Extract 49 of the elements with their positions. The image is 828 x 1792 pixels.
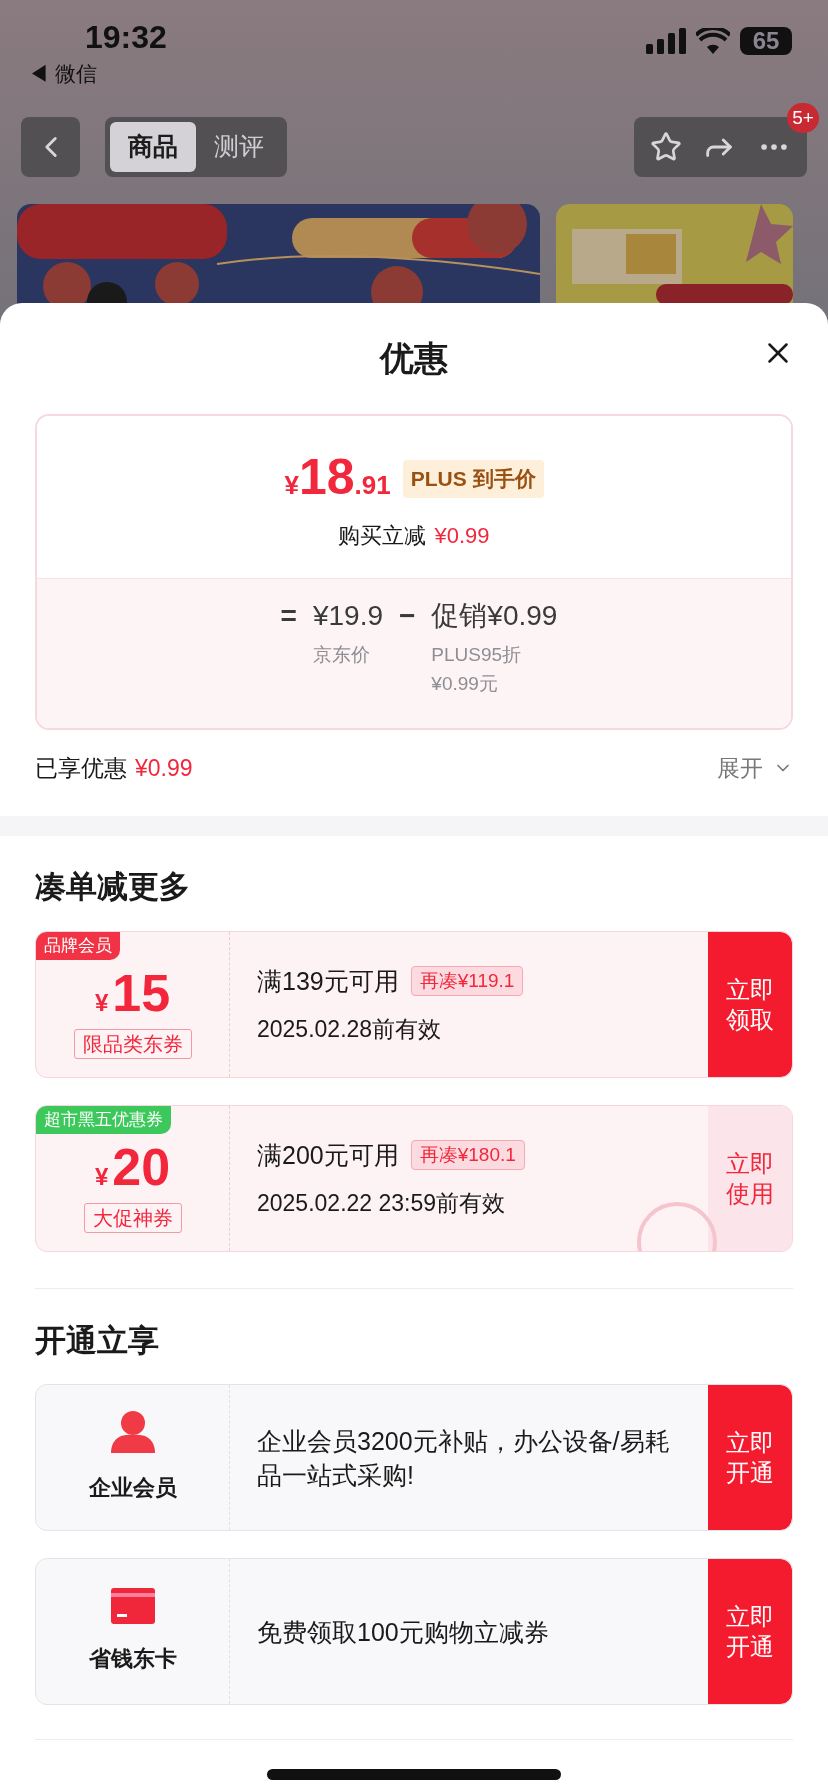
activate-button[interactable]: 立即开通 xyxy=(708,1385,792,1530)
battery-indicator: 65 xyxy=(740,27,792,55)
coupon-condition: 满139元可用 xyxy=(257,965,399,997)
promo-discount: 促销¥0.99 xyxy=(431,599,558,633)
instant-discount-value: ¥0.99 xyxy=(434,522,490,550)
coupon-action-button[interactable]: 立即使用 xyxy=(708,1106,792,1251)
price-tag: PLUS 到手价 xyxy=(402,459,544,498)
coupon-type: 大促神券 xyxy=(83,1202,182,1233)
promo-note: ¥0.99元 xyxy=(431,671,499,696)
service-description: 企业会员3200元补贴，办公设备/易耗品一站式采购! xyxy=(257,1425,671,1491)
final-price: ¥18.91 xyxy=(284,452,391,505)
instant-discount-label: 购买立减 xyxy=(338,522,427,550)
back-to-app-link[interactable]: ◀ 微信 xyxy=(28,58,167,90)
service-description: 免费领取100元购物立减券 xyxy=(257,1616,549,1648)
coupon-type: 限品类东券 xyxy=(73,1028,192,1059)
wifi-icon xyxy=(696,28,730,54)
signal-icon xyxy=(646,28,686,54)
base-price-label: 京东价 xyxy=(312,643,371,667)
equals-sign: = xyxy=(280,599,297,633)
coupon-amount: ¥20 xyxy=(94,1140,171,1195)
activate-button[interactable]: 立即开通 xyxy=(708,1559,792,1704)
tab[interactable]: 测评 xyxy=(196,122,282,172)
coupon-validity: 2025.02.22 23:59前有效 xyxy=(257,1189,507,1218)
back-button[interactable] xyxy=(21,117,80,177)
coupon-action-button[interactable]: 立即领取 xyxy=(708,932,792,1077)
base-price: ¥19.9 xyxy=(312,599,383,633)
notification-badge: 5+ xyxy=(787,103,819,133)
person-icon xyxy=(110,1411,155,1453)
coupon-validity: 2025.02.28前有效 xyxy=(257,1015,443,1044)
card-icon xyxy=(110,1588,155,1624)
section-title: 凑单减更多 xyxy=(35,868,191,906)
remaining-amount: 再凑¥119.1 xyxy=(410,966,524,997)
enjoyed-discount-label: 已享优惠 xyxy=(35,753,127,783)
expand-button[interactable]: 展开 xyxy=(717,750,793,786)
remaining-amount: 再凑¥180.1 xyxy=(410,1140,525,1171)
coupon-amount: ¥15 xyxy=(94,966,171,1021)
favorite-icon[interactable] xyxy=(650,131,683,163)
minus-sign: − xyxy=(399,599,416,633)
coupon-condition: 满200元可用 xyxy=(257,1139,399,1171)
section-title: 开通立享 xyxy=(35,1322,160,1360)
service-name: 企业会员 xyxy=(88,1474,177,1502)
enjoyed-discount-value: ¥0.99 xyxy=(135,753,193,783)
sheet-title: 优惠 xyxy=(380,338,448,379)
coupon-tag: 品牌会员 xyxy=(36,932,120,960)
service-name: 省钱东卡 xyxy=(88,1645,177,1673)
promo-note: PLUS95折 xyxy=(431,643,523,667)
status-time: 19:32 xyxy=(85,18,167,56)
tab[interactable]: 商品 xyxy=(110,122,196,172)
coupon-tag: 超市黑五优惠券 xyxy=(36,1106,171,1134)
